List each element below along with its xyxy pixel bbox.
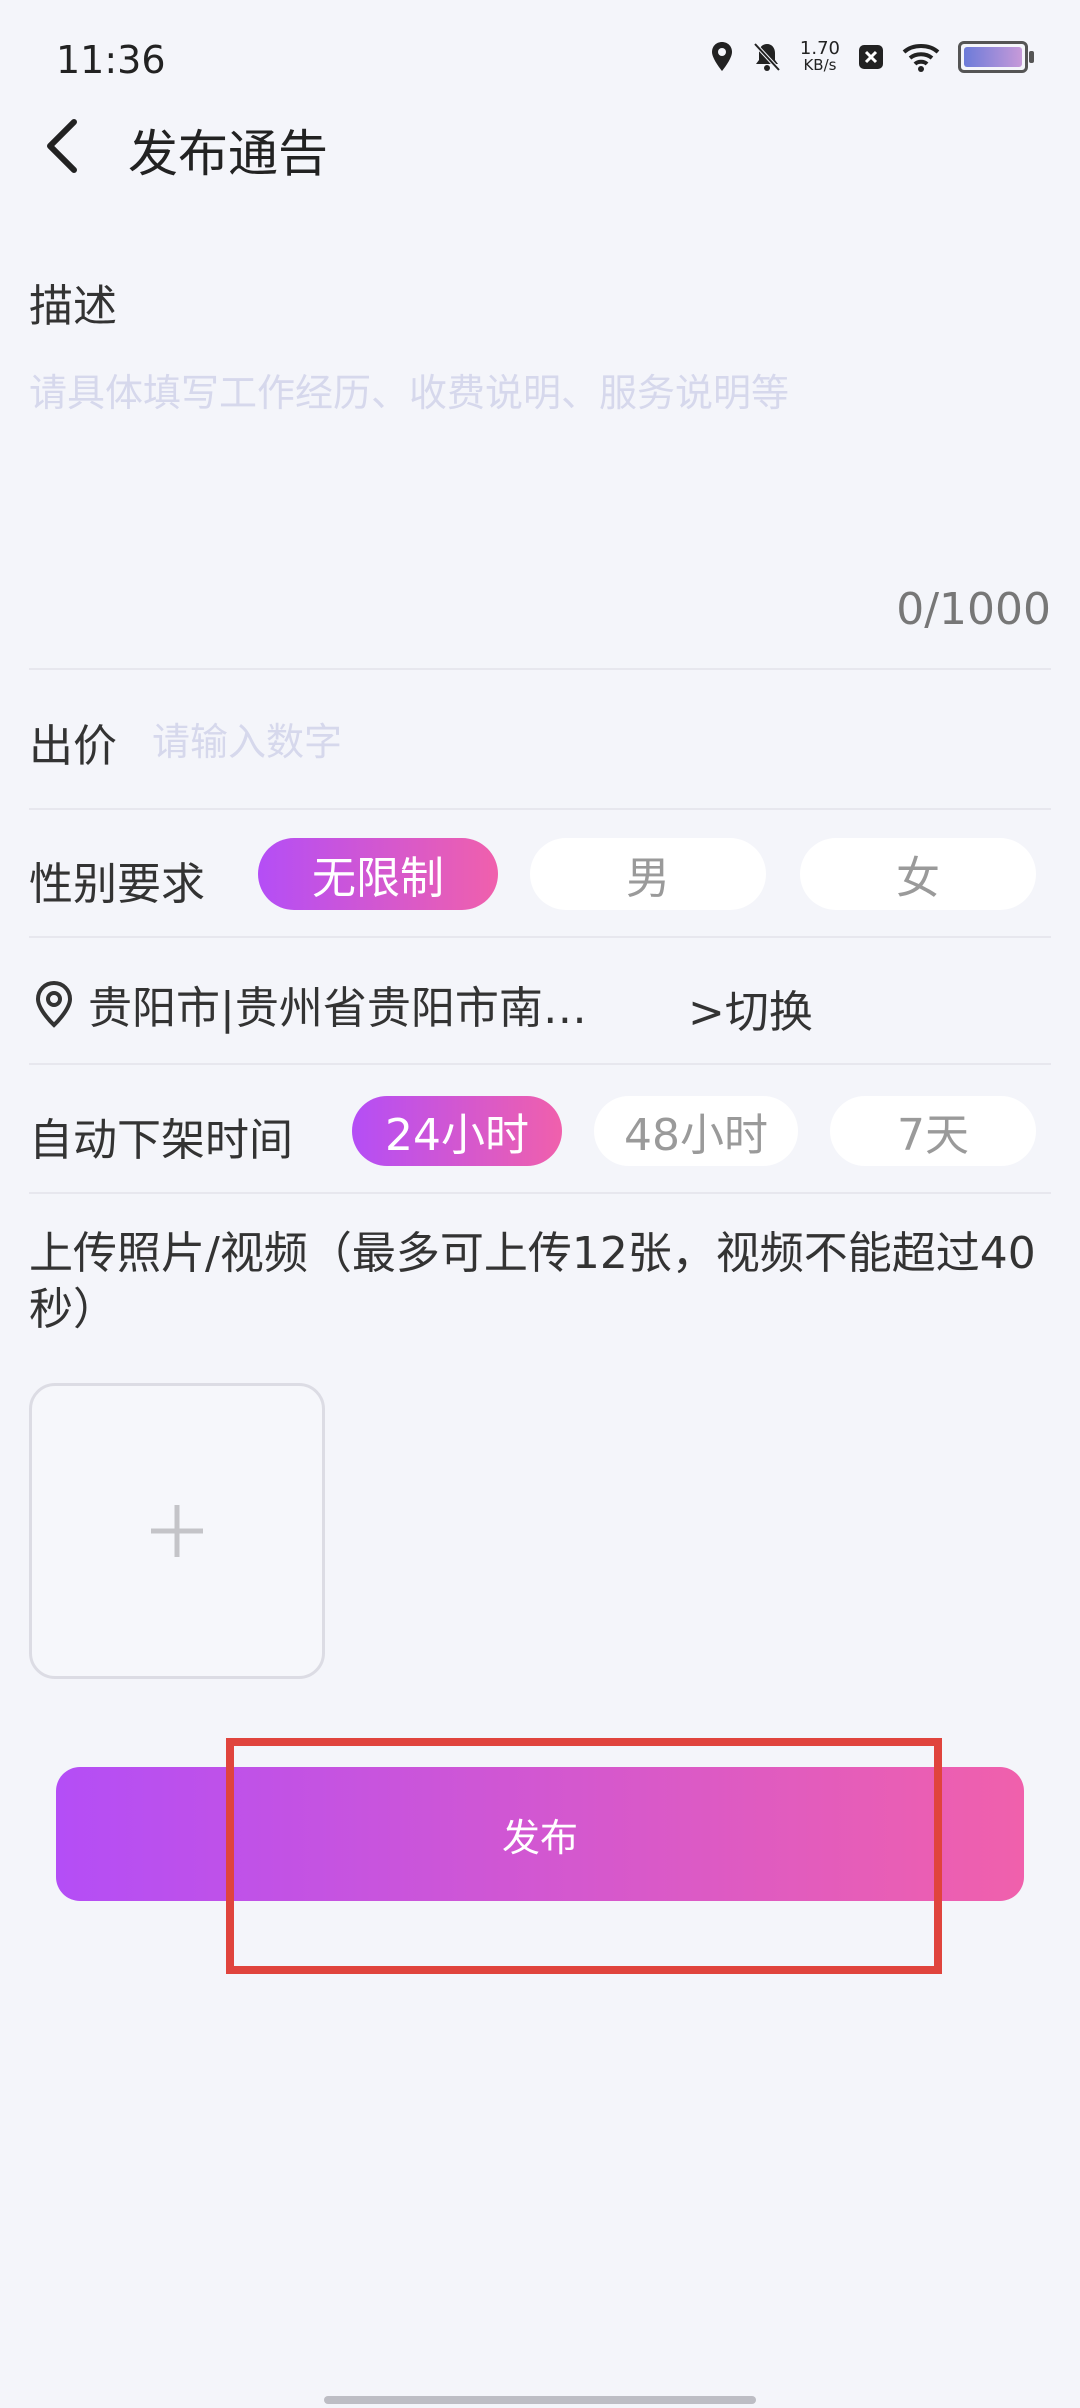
price-input[interactable] (150, 716, 854, 768)
status-icons: 1.70 KB/s (710, 40, 1034, 73)
gender-label: 性别要求 (29, 859, 205, 910)
close-square-icon (859, 44, 883, 69)
mute-bell-icon (753, 42, 781, 71)
status-time: 11:36 (56, 38, 166, 82)
gender-option-female[interactable]: 女 (800, 838, 1036, 910)
divider (29, 808, 1051, 810)
offline-option-7d[interactable]: 7天 (830, 1096, 1036, 1166)
divider (29, 936, 1051, 938)
network-speed: 1.70 KB/s (800, 40, 840, 73)
gender-option-unlimited[interactable]: 无限制 (258, 838, 498, 910)
battery-icon (958, 40, 1034, 73)
offline-option-24h[interactable]: 24小时 (352, 1096, 562, 1166)
gender-option-male[interactable]: 男 (530, 838, 766, 910)
description-label: 描述 (29, 281, 117, 332)
divider (29, 668, 1051, 670)
network-speed-unit: KB/s (803, 56, 837, 74)
divider (29, 1192, 1051, 1194)
page-title: 发布通告 (128, 125, 328, 183)
divider (29, 1063, 1051, 1065)
description-input[interactable]: 请具体填写工作经历、收费说明、服务说明等 (29, 362, 789, 417)
upload-media-button[interactable] (29, 1383, 325, 1679)
price-label: 出价 (29, 721, 117, 772)
highlight-box (226, 1738, 942, 1974)
description-char-count: 0/1000 (896, 584, 1051, 635)
offline-option-48h[interactable]: 48小时 (594, 1096, 798, 1166)
switch-location-link[interactable]: >切换 (688, 976, 813, 1040)
location-text: 贵阳市|贵州省贵阳市南… (88, 983, 587, 1034)
wifi-icon (902, 43, 940, 72)
plus-icon (151, 1505, 203, 1557)
upload-title: 上传照片/视频（最多可上传12张，视频不能超过40秒） (29, 1228, 1036, 1335)
location-row[interactable]: 贵阳市|贵州省贵阳市南… (34, 972, 587, 1036)
home-indicator (324, 2396, 756, 2404)
auto-offline-label: 自动下架时间 (29, 1115, 293, 1166)
header: 发布通告 (0, 100, 1080, 190)
back-arrow-icon[interactable] (40, 116, 86, 176)
location-status-icon (711, 41, 732, 71)
location-pin-icon (35, 980, 73, 1028)
